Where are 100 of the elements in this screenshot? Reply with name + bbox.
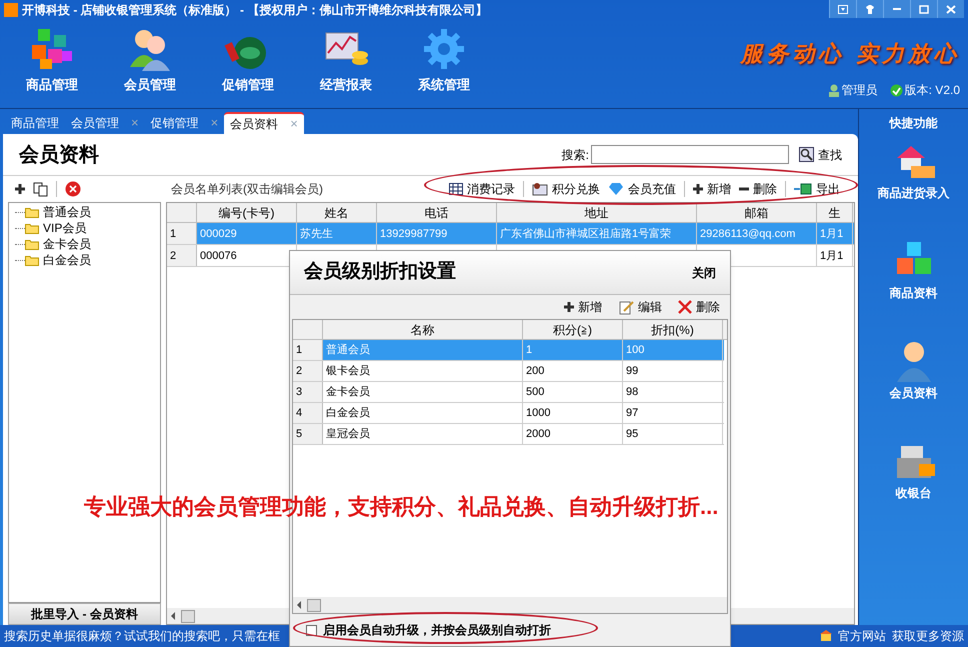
tab[interactable]: 商品管理 bbox=[5, 112, 65, 134]
toolbar-button[interactable]: 编辑 bbox=[618, 298, 662, 316]
table-cell: 29286113@qq.com bbox=[700, 228, 796, 240]
row-number: 2 bbox=[293, 361, 323, 381]
user-icon bbox=[828, 84, 840, 96]
card-icon bbox=[532, 182, 548, 196]
toolbar-button[interactable]: 新增 bbox=[564, 298, 602, 316]
tree-item[interactable]: VIP会员 bbox=[25, 219, 86, 237]
app-logo-icon bbox=[4, 3, 18, 17]
toolbar-button[interactable]: 删除 bbox=[735, 180, 781, 198]
auto-upgrade-checkbox[interactable]: 启用会员自动升级，并按会员级别自动打折 bbox=[306, 621, 551, 639]
row-number: 1 bbox=[167, 223, 197, 244]
maximize-button[interactable] bbox=[910, 0, 937, 18]
add-button[interactable] bbox=[15, 184, 25, 194]
import-button[interactable]: 批里导入 - 会员资料 bbox=[8, 603, 161, 625]
column-header: 邮箱 bbox=[697, 203, 817, 222]
column-header: 地址 bbox=[497, 203, 697, 222]
table-cell: 100 bbox=[626, 344, 644, 356]
table-cell: 95 bbox=[626, 428, 638, 440]
delete-icon bbox=[678, 300, 692, 314]
table-cell: 苏先生 bbox=[300, 228, 333, 240]
table-cell: 1月1 bbox=[820, 250, 844, 262]
scroll-left-icon bbox=[297, 601, 301, 609]
column-header: 电话 bbox=[377, 203, 497, 222]
menu-button[interactable] bbox=[829, 0, 856, 18]
list-caption: 会员名单列表(双击编辑会员) bbox=[171, 181, 323, 198]
nav-button[interactable]: 系统管理 bbox=[395, 25, 493, 108]
tree-item[interactable]: 金卡会员 bbox=[25, 235, 91, 253]
table-cell: 000029 bbox=[200, 228, 237, 240]
copy-button[interactable] bbox=[33, 182, 48, 196]
folder-icon bbox=[25, 206, 39, 218]
search-field[interactable] bbox=[591, 145, 789, 164]
tab[interactable]: 促销管理 × bbox=[144, 112, 224, 134]
folder-icon bbox=[25, 238, 39, 250]
quick-function-button[interactable]: 商品进货录入 bbox=[878, 138, 950, 238]
status-link[interactable]: 官方网站 bbox=[838, 627, 886, 645]
toolbar-button[interactable]: 会员充值 bbox=[604, 180, 680, 198]
table-row[interactable]: 4 白金会员 1000 97 bbox=[293, 403, 724, 424]
horizontal-scrollbar[interactable] bbox=[293, 597, 727, 613]
nav-button[interactable]: 商品管理 bbox=[3, 25, 101, 108]
minimize-button[interactable] bbox=[883, 0, 910, 18]
dialog-title: 会员级别折扣设置 bbox=[304, 260, 456, 284]
toolbar-button[interactable]: 新增 bbox=[689, 180, 735, 198]
plus-icon bbox=[693, 184, 703, 194]
delete-button[interactable] bbox=[65, 181, 81, 197]
search-label: 搜索: bbox=[562, 146, 589, 164]
version-label: 版本: V2.0 bbox=[904, 82, 960, 99]
row-number: 4 bbox=[293, 403, 323, 423]
table-cell: 1月1 bbox=[820, 228, 844, 240]
table-row[interactable]: 2 银卡会员 200 99 bbox=[293, 361, 724, 382]
plus-icon bbox=[15, 184, 25, 194]
quick-function-button[interactable]: 会员资料 bbox=[888, 338, 938, 438]
tab[interactable]: 会员资料 × bbox=[224, 112, 304, 134]
table-row[interactable]: 3 金卡会员 500 98 bbox=[293, 382, 724, 403]
table-cell: 普通会员 bbox=[326, 344, 370, 356]
table-cell: 广东省佛山市禅城区祖庙路1号富荣 bbox=[500, 228, 672, 240]
table-cell: 13929987799 bbox=[380, 228, 448, 240]
skin-button[interactable] bbox=[856, 0, 883, 18]
column-header: 生 bbox=[817, 203, 853, 222]
column-header: 姓名 bbox=[297, 203, 377, 222]
diamond-icon bbox=[608, 183, 624, 195]
check-icon bbox=[890, 84, 903, 96]
window-title: 开博科技 - 店铺收银管理系统（标准版） - 【授权用户：佛山市开博维尔科技有限公司】 bbox=[22, 2, 488, 19]
row-number: 5 bbox=[293, 424, 323, 444]
tree-item[interactable]: 普通会员 bbox=[25, 203, 91, 221]
find-button[interactable]: 查找 bbox=[799, 146, 842, 164]
table-cell: 皇冠会员 bbox=[326, 428, 370, 440]
close-button[interactable]: 关闭 bbox=[692, 264, 716, 282]
toolbar-button[interactable]: 删除 bbox=[678, 298, 720, 316]
close-button[interactable] bbox=[937, 0, 964, 18]
nav-button[interactable]: 促销管理 bbox=[199, 25, 297, 108]
toolbar-button[interactable]: 消费记录 bbox=[445, 180, 519, 198]
table-cell: 000076 bbox=[200, 250, 237, 262]
table-row[interactable]: 1 普通会员 1 100 bbox=[293, 340, 724, 361]
column-header: 折扣(%) bbox=[623, 320, 723, 339]
delete-icon bbox=[65, 181, 81, 197]
checkbox[interactable] bbox=[306, 624, 317, 636]
quick-function-button[interactable]: 收银台 bbox=[888, 438, 938, 538]
edit-icon bbox=[618, 299, 634, 315]
tab[interactable]: 会员管理 × bbox=[65, 112, 145, 134]
nav-button[interactable]: 经营报表 bbox=[297, 25, 395, 108]
folder-icon bbox=[25, 222, 39, 234]
scroll-thumb[interactable] bbox=[181, 610, 195, 622]
scroll-thumb[interactable] bbox=[307, 598, 321, 612]
tree-item[interactable]: 白金会员 bbox=[25, 251, 91, 269]
table-cell: 银卡会员 bbox=[326, 365, 370, 377]
status-link[interactable]: 获取更多资源 bbox=[892, 627, 964, 645]
page-title: 会员资料 bbox=[19, 142, 99, 168]
status-text: 搜索历史单据很麻烦？试试我们的搜索吧，只需在框 bbox=[4, 628, 280, 645]
toolbar-button[interactable]: 导出 bbox=[790, 180, 844, 198]
table-row[interactable]: 5 皇冠会员 2000 95 bbox=[293, 424, 724, 445]
column-header: 名称 bbox=[323, 320, 523, 339]
column-header: 编号(卡号) bbox=[197, 203, 297, 222]
table-cell: 白金会员 bbox=[326, 407, 370, 419]
table-cell: 500 bbox=[526, 386, 544, 398]
nav-button[interactable]: 会员管理 bbox=[101, 25, 199, 108]
table-row[interactable]: 1 000029 苏先生 13929987799 广东省佛山市禅城区祖庙路1号富荣 29286113@qq.com 1月1 bbox=[167, 223, 854, 245]
toolbar-button[interactable]: 积分兑换 bbox=[528, 180, 604, 198]
quick-function-button[interactable]: 商品资料 bbox=[888, 238, 938, 338]
search-icon bbox=[799, 147, 814, 162]
